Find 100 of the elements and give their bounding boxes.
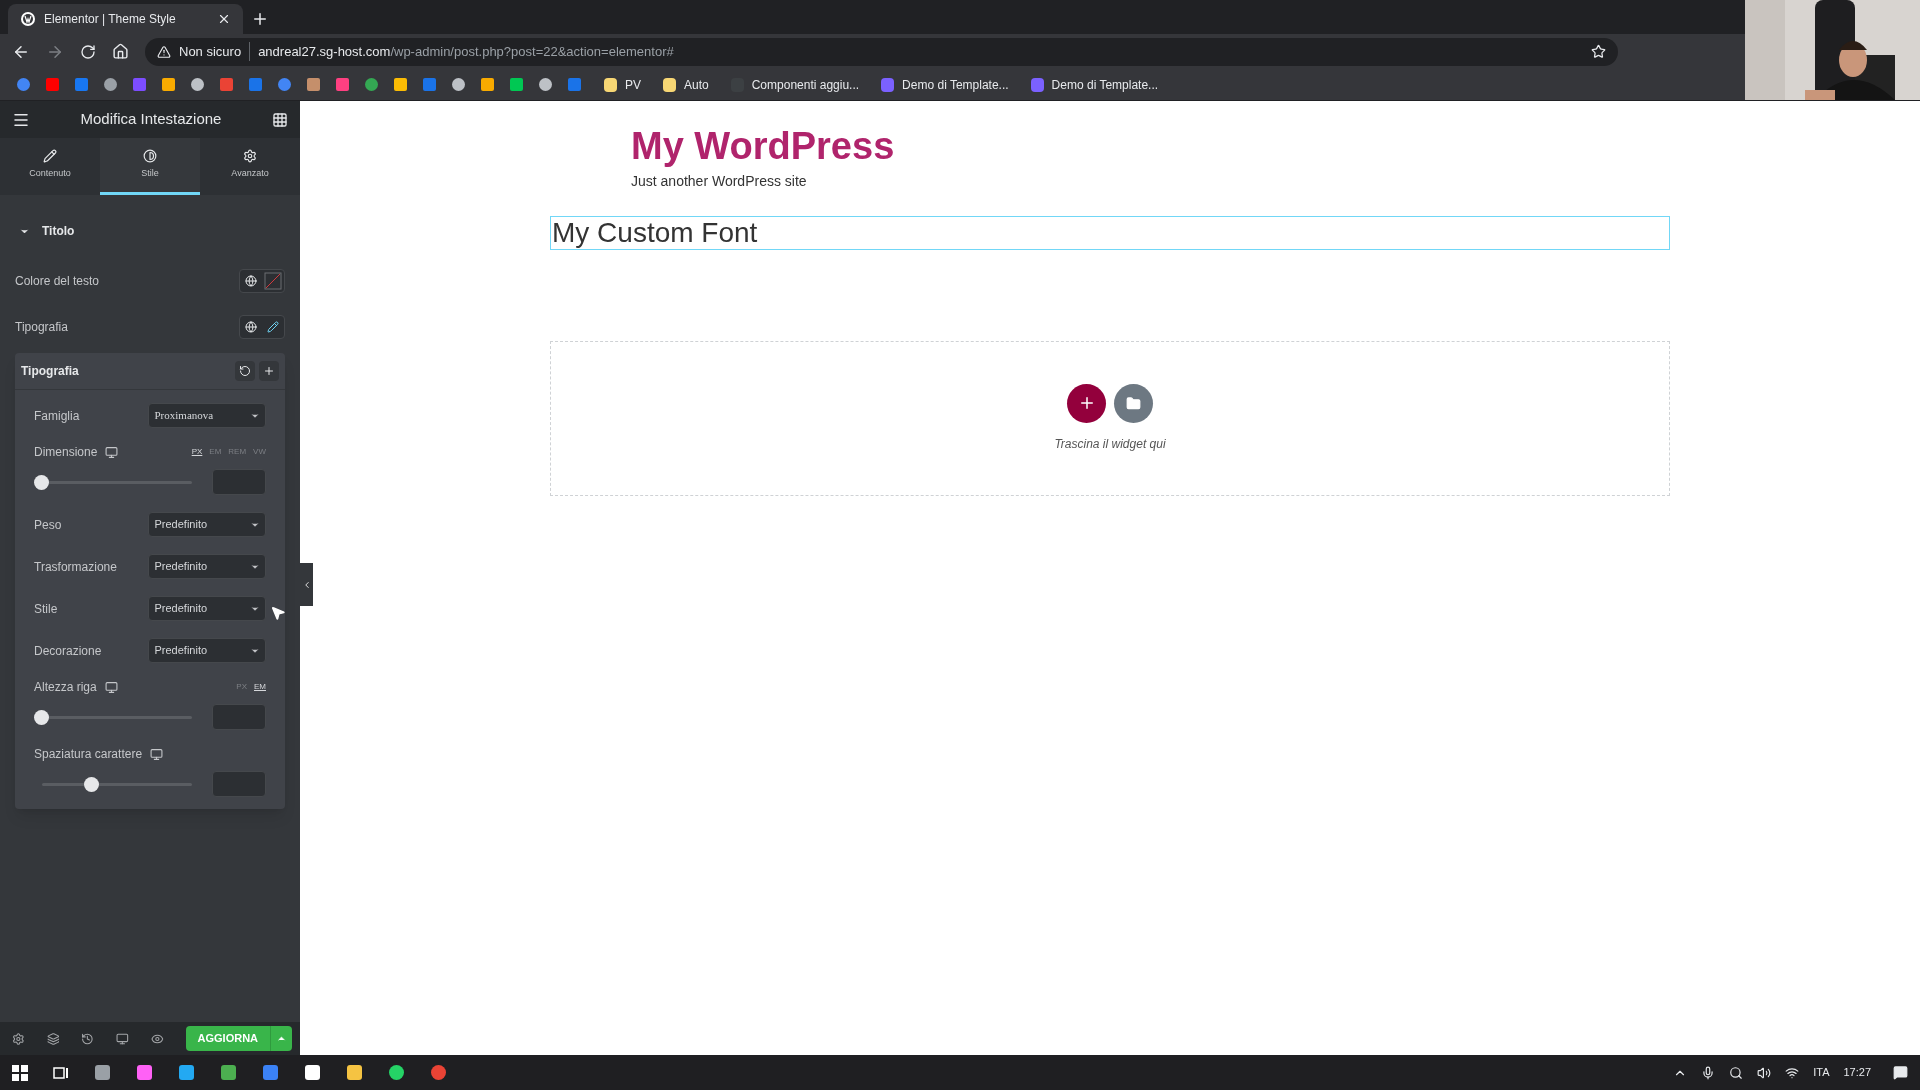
close-icon[interactable] [217, 12, 231, 26]
popover-title: Tipografia [21, 363, 80, 380]
field-label: Dimensione [34, 444, 98, 461]
bookmark-item[interactable]: PV [604, 75, 641, 94]
bookmark-item[interactable]: Demo di Template... [1030, 75, 1159, 94]
field-label: Altezza riga [34, 679, 97, 696]
field-label: Stile [34, 600, 59, 618]
slider-thumb[interactable] [34, 474, 49, 490]
wifi-icon[interactable] [1785, 1065, 1800, 1080]
bookmark-icon[interactable] [364, 77, 379, 92]
new-tab-icon[interactable] [251, 10, 269, 28]
widgets-grid-icon[interactable] [272, 111, 288, 128]
select-field[interactable]: Proximanova [148, 403, 266, 428]
bookmark-icon[interactable] [45, 77, 60, 92]
reset-icon[interactable] [235, 361, 255, 381]
volume-icon[interactable] [1757, 1065, 1772, 1080]
select-field[interactable]: Predefinito [148, 554, 266, 579]
panel-title: Modifica Intestazione [79, 109, 223, 130]
slider-thumb[interactable] [34, 709, 49, 725]
url-text: andreal27.sg-host.com/wp-admin/post.php?post=22&action=elementor# [258, 42, 675, 61]
field-label: Spaziatura carattere [34, 746, 143, 763]
bookmark-icon[interactable] [393, 77, 408, 92]
section-header[interactable]: Titolo [15, 222, 285, 240]
field-label: Peso [34, 516, 63, 534]
taskbar-app-icon[interactable] [136, 1064, 153, 1081]
bookmark-star-icon[interactable] [1591, 44, 1606, 59]
number-field[interactable] [212, 704, 266, 730]
wordpress-icon [20, 11, 36, 27]
bookmark-icon[interactable] [306, 77, 321, 92]
color-swatch-icon[interactable] [262, 270, 284, 292]
contrast-icon [143, 149, 157, 164]
reload-icon[interactable] [80, 43, 96, 60]
site-tagline: Just another WordPress site [631, 171, 808, 191]
bookmark-icon[interactable] [161, 77, 176, 92]
taskbar-app-icon[interactable] [388, 1064, 405, 1081]
add-icon[interactable] [259, 361, 279, 381]
clock[interactable]: 17:27 [1843, 1064, 1871, 1081]
slider-thumb[interactable] [83, 776, 99, 792]
address-bar[interactable]: Non sicuro andreal27.sg-host.com/wp-admin/post.php?post=22&action=elementor# [145, 37, 1618, 66]
unit-option[interactable]: EM [254, 681, 266, 693]
security-label: Non sicuro [179, 41, 251, 62]
bookmark-icon[interactable] [509, 77, 524, 92]
windows-start-icon[interactable] [12, 1064, 28, 1081]
panel-tab[interactable]: Avanzato [200, 138, 300, 195]
pencil-icon [43, 149, 57, 164]
bookmark-item[interactable]: Auto [663, 75, 709, 94]
warning-icon [157, 44, 171, 59]
taskbar-app-icon[interactable] [220, 1064, 237, 1081]
taskbar-app-icon[interactable] [304, 1064, 321, 1081]
field-label: Trasformazione [34, 558, 118, 576]
settings-icon[interactable] [12, 1031, 25, 1046]
select-field[interactable]: Predefinito [148, 638, 266, 663]
drop-hint: Trascina il widget qui [1054, 435, 1166, 453]
home-icon[interactable] [112, 43, 129, 60]
panel-tab[interactable]: Contenuto [0, 138, 100, 195]
number-field[interactable] [212, 771, 266, 797]
gear-icon [243, 149, 257, 164]
bookmark-icon[interactable] [74, 77, 89, 92]
notifications-icon[interactable] [1893, 1065, 1908, 1080]
control-label: Colore del testo [15, 273, 101, 290]
bookmark-icon[interactable] [451, 77, 466, 92]
heading-text: My Custom Font [551, 218, 758, 247]
history-icon[interactable] [81, 1031, 95, 1046]
desktop-icon[interactable] [150, 747, 164, 761]
bookmark-item[interactable]: Demo di Template... [881, 75, 1009, 94]
unit-option[interactable]: PX [191, 446, 203, 458]
select-field[interactable]: Predefinito [148, 512, 266, 537]
taskbar-app-icon[interactable] [178, 1064, 195, 1081]
bookmark-icon[interactable] [480, 77, 495, 92]
bookmark-icon[interactable] [103, 77, 118, 92]
bookmark-icon[interactable] [190, 77, 205, 92]
bookmark-icon[interactable] [277, 77, 292, 92]
language-indicator[interactable]: ITA [1813, 1064, 1830, 1081]
desktop-icon[interactable] [104, 680, 118, 694]
browser-tab[interactable]: Elementor | Theme Style [8, 4, 243, 34]
layers-icon[interactable] [46, 1031, 60, 1046]
template-library-button[interactable] [1114, 383, 1153, 423]
desktop-icon[interactable] [105, 445, 119, 459]
bookmark-icon[interactable] [335, 77, 350, 92]
microphone-icon[interactable] [1701, 1065, 1716, 1080]
bookmark-item[interactable]: Componenti aggiu... [730, 75, 860, 94]
control-label: Tipografia [15, 319, 69, 336]
collapse-panel-handle[interactable] [300, 563, 313, 606]
taskbar-app-icon[interactable] [346, 1064, 363, 1081]
bookmark-icon[interactable] [538, 77, 553, 92]
task-view-icon[interactable] [53, 1064, 69, 1081]
tray-app-icon[interactable] [1729, 1065, 1744, 1080]
drop-zone[interactable]: Trascina il widget qui [550, 340, 1670, 496]
cursor-icon [270, 605, 286, 621]
add-section-button[interactable] [1067, 383, 1106, 423]
select-field[interactable]: Predefinito [148, 596, 266, 621]
responsive-icon[interactable] [116, 1031, 129, 1046]
number-field[interactable] [212, 469, 266, 495]
field-label: Decorazione [34, 642, 103, 660]
bookmark-icon[interactable] [16, 77, 31, 92]
bookmark-icon[interactable] [219, 77, 234, 92]
taskbar-app-icon[interactable] [94, 1064, 111, 1081]
tab-title: Elementor | Theme Style [44, 11, 177, 28]
panel-tab[interactable]: Stile [100, 138, 200, 195]
folder-icon [1126, 395, 1141, 411]
